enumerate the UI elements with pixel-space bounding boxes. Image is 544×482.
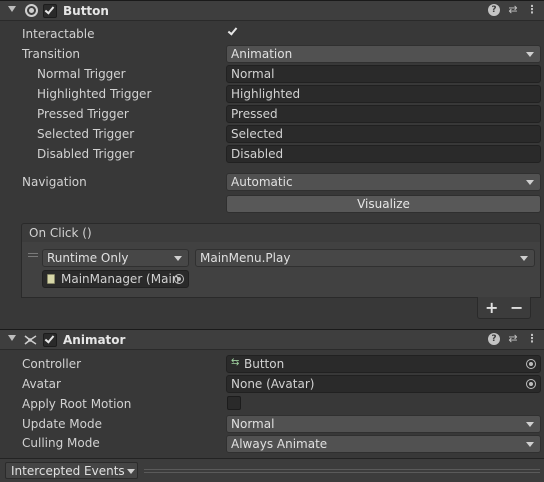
object-picker-icon[interactable]	[174, 274, 184, 284]
animator-component-title: Animator	[63, 333, 126, 347]
object-picker-icon[interactable]	[526, 359, 536, 369]
presets-icon[interactable]: ⇄	[507, 333, 519, 345]
controller-field[interactable]: ⇆ Button	[226, 355, 541, 373]
drag-handle-icon[interactable]	[28, 253, 38, 254]
chevron-down-icon	[520, 256, 528, 261]
animator-enabled-checkbox[interactable]	[43, 333, 57, 347]
controller-value: Button	[244, 357, 285, 371]
selected-trigger-label: Selected Trigger	[37, 127, 135, 141]
target-object-value: MainManager (Main	[61, 272, 180, 286]
chevron-down-icon	[127, 469, 135, 474]
interactable-checkbox[interactable]	[227, 25, 241, 40]
navigation-label: Navigation	[22, 175, 87, 189]
on-click-header: On Click ()	[21, 223, 541, 243]
pressed-trigger-label: Pressed Trigger	[37, 107, 129, 121]
culling-mode-label: Culling Mode	[22, 436, 100, 450]
highlighted-trigger-label: Highlighted Trigger	[37, 87, 152, 101]
chevron-down-icon	[526, 422, 534, 427]
context-menu-icon[interactable]: ⋮	[526, 333, 538, 345]
runtime-mode-value: Runtime Only	[47, 251, 129, 265]
remove-event-button[interactable]: −	[510, 298, 523, 317]
apply-root-motion-label: Apply Root Motion	[22, 397, 132, 411]
presets-icon[interactable]: ⇄	[507, 4, 519, 16]
normal-trigger-field[interactable]: Normal	[226, 65, 541, 83]
transition-dropdown-value: Animation	[231, 47, 293, 61]
button-component-title: Button	[63, 4, 109, 18]
function-dropdown[interactable]: MainMenu.Play	[195, 249, 535, 267]
visualize-button[interactable]: Visualize	[226, 195, 541, 213]
intercepted-events-dropdown[interactable]: Intercepted Events	[5, 462, 138, 479]
help-icon[interactable]: ?	[488, 4, 500, 16]
update-mode-dropdown[interactable]: Normal	[226, 415, 541, 433]
help-icon[interactable]: ?	[488, 333, 500, 345]
intercepted-events-label: Intercepted Events	[11, 464, 125, 478]
chevron-down-icon	[526, 180, 534, 185]
avatar-value: None (Avatar)	[231, 377, 315, 391]
button-enabled-checkbox[interactable]	[43, 4, 57, 18]
culling-mode-value: Always Animate	[231, 437, 328, 451]
selected-trigger-field[interactable]: Selected	[226, 125, 541, 143]
foldout-arrow-icon[interactable]	[8, 6, 16, 12]
apply-root-motion-checkbox[interactable]	[227, 396, 241, 410]
navigation-dropdown-value: Automatic	[231, 175, 293, 189]
culling-mode-dropdown[interactable]: Always Animate	[226, 435, 541, 453]
chevron-down-icon	[526, 442, 534, 447]
add-event-button[interactable]: +	[485, 298, 498, 317]
pressed-trigger-field[interactable]: Pressed	[226, 105, 541, 123]
avatar-label: Avatar	[22, 377, 61, 391]
on-click-title: On Click ()	[29, 226, 92, 240]
controller-label: Controller	[22, 357, 82, 371]
intercepted-events-bar: Intercepted Events	[0, 458, 544, 482]
transition-dropdown[interactable]: Animation	[226, 45, 541, 63]
on-click-list: Runtime Only MainMenu.Play MainManager (…	[21, 242, 541, 298]
list-controls: + −	[477, 297, 531, 319]
runtime-mode-dropdown[interactable]: Runtime Only	[42, 249, 189, 267]
object-picker-icon[interactable]	[526, 379, 536, 389]
foldout-arrow-icon[interactable]	[8, 335, 16, 341]
chevron-down-icon	[526, 52, 534, 57]
normal-trigger-label: Normal Trigger	[37, 67, 126, 81]
chevron-down-icon	[174, 256, 182, 261]
update-mode-value: Normal	[231, 417, 275, 431]
transition-label: Transition	[22, 47, 81, 61]
interactable-label: Interactable	[22, 27, 95, 41]
button-component-header[interactable]: Button ? ⇄ ⋮	[0, 0, 544, 21]
navigation-dropdown[interactable]: Automatic	[226, 173, 541, 191]
disabled-trigger-field[interactable]: Disabled	[226, 145, 541, 163]
script-icon	[47, 274, 55, 284]
animator-component-header[interactable]: Animator ? ⇄ ⋮	[0, 329, 544, 350]
highlighted-trigger-field[interactable]: Highlighted	[226, 85, 541, 103]
disabled-trigger-label: Disabled Trigger	[37, 147, 135, 161]
animator-icon	[24, 335, 37, 345]
target-object-field[interactable]: MainManager (Main	[42, 270, 189, 288]
avatar-field[interactable]: None (Avatar)	[226, 375, 541, 393]
resize-divider[interactable]	[144, 469, 540, 470]
animator-controller-icon: ⇆	[231, 357, 240, 368]
function-value: MainMenu.Play	[200, 251, 291, 265]
context-menu-icon[interactable]: ⋮	[526, 4, 538, 16]
update-mode-label: Update Mode	[22, 417, 102, 431]
button-component-icon	[25, 4, 38, 17]
